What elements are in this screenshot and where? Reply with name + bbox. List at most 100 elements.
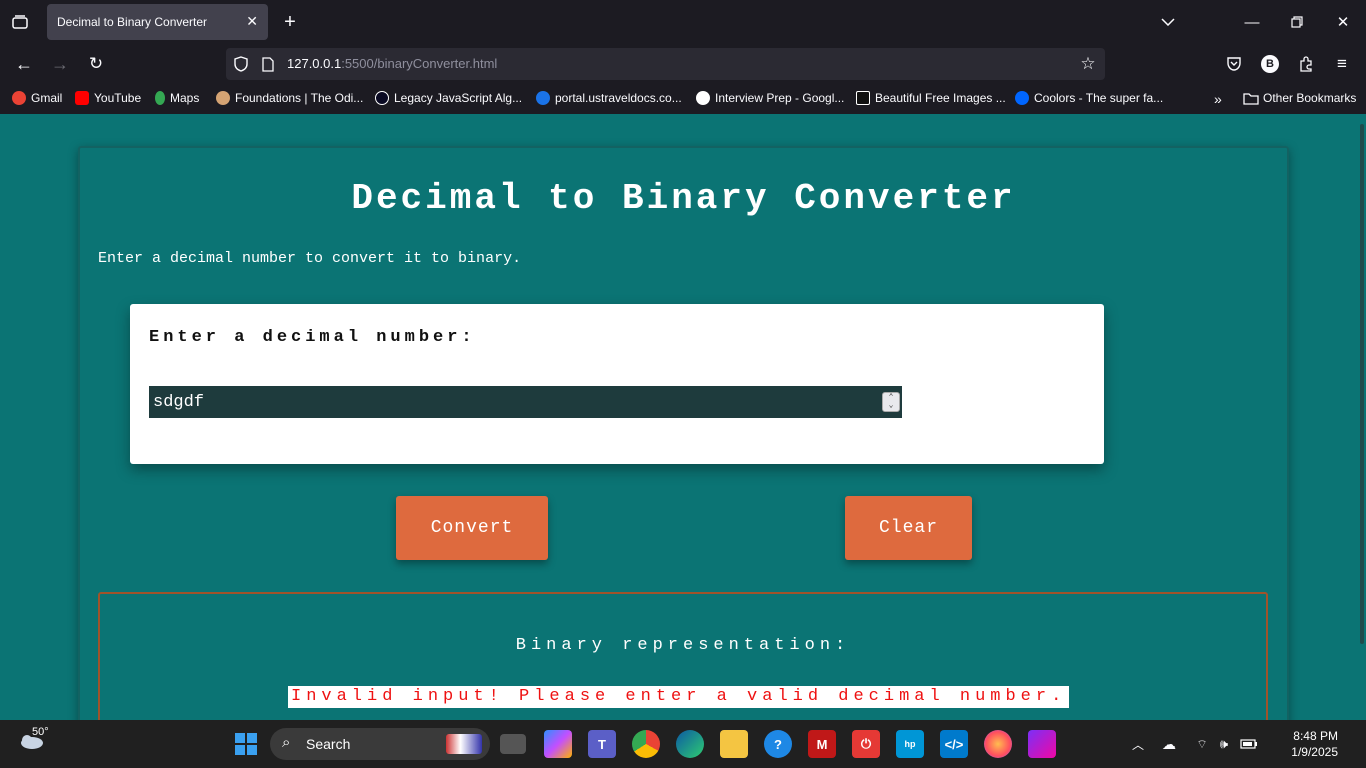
clear-button[interactable]: Clear: [845, 496, 972, 560]
teams-icon[interactable]: T: [588, 730, 616, 758]
decimal-number-input[interactable]: sdgdf ⌃ ⌄: [149, 386, 902, 418]
input-value: sdgdf: [153, 392, 205, 412]
new-tab-icon[interactable]: +: [278, 10, 302, 34]
minimize-icon[interactable]: —: [1240, 10, 1264, 34]
tab-list-icon[interactable]: [8, 12, 32, 32]
result-panel: Binary representation: Invalid input! Pl…: [98, 592, 1268, 720]
wifi-icon[interactable]: ⌔: [1192, 734, 1212, 754]
folder-icon: [1243, 92, 1259, 105]
mcafee-icon[interactable]: M: [808, 730, 836, 758]
bookmark-ustraveldocs[interactable]: portal.ustraveldocs.co...: [536, 91, 682, 105]
url-path: :5500/binaryConverter.html: [341, 56, 498, 71]
address-bar[interactable]: 127.0.0.1:5500/binaryConverter.html ☆: [226, 48, 1105, 80]
back-icon[interactable]: ←: [12, 52, 36, 76]
menu-icon[interactable]: ≡: [1330, 52, 1354, 76]
unsplash-icon: [856, 91, 870, 105]
start-icon[interactable]: [232, 730, 260, 758]
bookmark-label: Gmail: [31, 91, 63, 105]
bookmark-freecodecamp[interactable]: Legacy JavaScript Alg...: [375, 91, 522, 105]
bookmark-maps[interactable]: Maps: [155, 91, 199, 105]
edge-icon[interactable]: [676, 730, 704, 758]
bookmark-youtube[interactable]: YouTube: [75, 91, 141, 105]
instructions-text: Enter a decimal number to convert it to …: [98, 250, 522, 267]
bookmark-label: Coolors - The super fa...: [1034, 91, 1164, 105]
bookmark-label: Legacy JavaScript Alg...: [394, 91, 523, 105]
number-spinner[interactable]: ⌃ ⌄: [882, 392, 900, 412]
page-scrollbar[interactable]: [1360, 124, 1364, 644]
file-explorer-icon[interactable]: [720, 730, 748, 758]
taskbar-search[interactable]: ⌕ Search: [270, 728, 490, 760]
spinner-down-icon[interactable]: ⌄: [889, 402, 894, 410]
close-window-icon[interactable]: ✕: [1331, 10, 1355, 34]
bookmark-label: Foundations | The Odi...: [235, 91, 364, 105]
onedrive-icon[interactable]: ☁: [1158, 734, 1180, 754]
page-title: Decimal to Binary Converter: [351, 178, 1016, 219]
convert-button[interactable]: Convert: [396, 496, 548, 560]
bookmark-gmail[interactable]: Gmail: [12, 91, 62, 105]
bookmark-label: YouTube: [94, 91, 142, 105]
pocket-icon[interactable]: [1222, 52, 1246, 76]
extensions-icon[interactable]: [1294, 52, 1318, 76]
input-label: Enter a decimal number:: [149, 328, 476, 347]
page-icon[interactable]: [259, 55, 277, 73]
bookmark-coolors[interactable]: Coolors - The super fa...: [1015, 91, 1163, 105]
weather-widget[interactable]: 50°: [18, 726, 63, 750]
vscode-icon[interactable]: </>: [940, 730, 968, 758]
battery-icon[interactable]: [1238, 734, 1260, 754]
chrome-icon[interactable]: [632, 730, 660, 758]
myhp-icon[interactable]: hp: [896, 730, 924, 758]
forward-icon[interactable]: →: [48, 52, 72, 76]
firefox-icon[interactable]: [984, 730, 1012, 758]
bookmark-unsplash[interactable]: Beautiful Free Images ...: [856, 91, 1006, 105]
url-host: 127.0.0.1: [287, 56, 342, 71]
taskbar: 50° ⌕ Search T ? M ⏻ hp </> ︿ ☁ ⌔ 🕪 8:48…: [0, 720, 1366, 768]
page-viewport: Decimal to Binary Converter Enter a deci…: [0, 114, 1366, 720]
bookmark-label: Maps: [170, 91, 200, 105]
bookmark-label: Beautiful Free Images ...: [875, 91, 1006, 105]
other-bookmarks[interactable]: Other Bookmarks: [1243, 91, 1356, 105]
shield-icon[interactable]: [232, 55, 250, 73]
gmail-icon: [12, 91, 26, 105]
bookmark-odin[interactable]: Foundations | The Odi...: [216, 91, 363, 105]
profile-avatar[interactable]: B: [1261, 55, 1279, 73]
video-editor-icon[interactable]: [1028, 730, 1056, 758]
input-panel: Enter a decimal number: sdgdf ⌃ ⌄: [130, 304, 1104, 464]
task-view-icon[interactable]: [500, 734, 526, 754]
result-label: Binary representation:: [515, 636, 851, 655]
converter-card: Decimal to Binary Converter Enter a deci…: [78, 146, 1289, 720]
maps-pin-icon: [155, 91, 165, 105]
bookmark-label: portal.ustraveldocs.co...: [555, 91, 682, 105]
restore-icon[interactable]: [1285, 10, 1309, 34]
search-icon: ⌕: [282, 734, 291, 751]
clock-date: 1/9/2025: [1291, 745, 1338, 759]
cloud-icon: [536, 91, 550, 105]
close-tab-icon[interactable]: ✕: [246, 13, 258, 30]
bookmark-star-icon[interactable]: ☆: [1078, 54, 1098, 74]
nav-bar: ← → ↻ 127.0.0.1:5500/binaryConverter.htm…: [0, 44, 1366, 84]
system-clock[interactable]: 8:48 PM 1/9/2025: [1291, 728, 1338, 760]
search-placeholder: Search: [306, 736, 351, 752]
tray-overflow-icon[interactable]: ︿: [1128, 734, 1148, 754]
volume-icon[interactable]: 🕪: [1214, 734, 1234, 754]
power-app-icon[interactable]: ⏻: [852, 730, 880, 758]
odin-icon: [216, 91, 230, 105]
bookmark-interview-prep[interactable]: Interview Prep - Googl...: [696, 91, 844, 105]
tab-active[interactable]: Decimal to Binary Converter ✕: [47, 4, 268, 40]
freecodecamp-icon: [375, 91, 389, 105]
tab-title: Decimal to Binary Converter: [57, 15, 208, 29]
reload-icon[interactable]: ↻: [84, 52, 108, 76]
bookmarks-bar: Gmail YouTube Maps Foundations | The Odi…: [0, 86, 1366, 112]
bookmark-label: Interview Prep - Googl...: [715, 91, 845, 105]
chevron-down-icon[interactable]: [1156, 10, 1180, 34]
url-text[interactable]: 127.0.0.1:5500/binaryConverter.html: [287, 56, 497, 71]
search-highlight-icon: [446, 734, 482, 754]
help-icon[interactable]: ?: [764, 730, 792, 758]
youtube-icon: [75, 91, 89, 105]
browser-chrome: Decimal to Binary Converter ✕ + — ✕ ← → …: [0, 0, 1366, 114]
coolors-icon: [1015, 91, 1029, 105]
bookmarks-overflow-icon[interactable]: »: [1214, 91, 1222, 107]
google-icon: [696, 91, 710, 105]
copilot-icon[interactable]: [544, 730, 572, 758]
weather-temp: 50°: [32, 726, 49, 738]
other-bookmarks-label: Other Bookmarks: [1263, 91, 1357, 105]
